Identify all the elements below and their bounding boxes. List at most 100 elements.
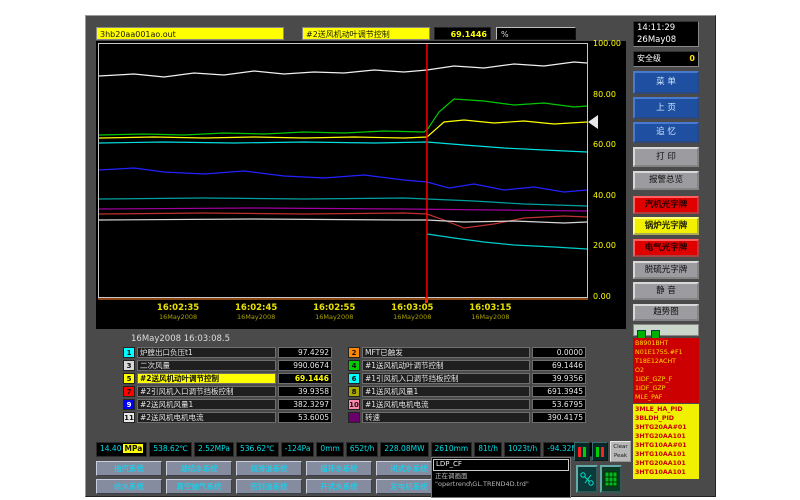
sidebar-button-2[interactable]: 上 页 <box>633 97 699 119</box>
status-field: 2.52MPa <box>194 442 234 457</box>
trend-description-field[interactable]: #2送风机动叶调节控制 <box>302 27 430 40</box>
alarm-tag[interactable]: 1IDF_GZP <box>635 384 697 393</box>
legend-row[interactable]: 5#2送风机动叶调节控制69.1446 <box>123 373 332 384</box>
legend-row[interactable]: 9#2送风机风量1382.3297 <box>123 399 332 410</box>
system-button[interactable]: 密封油系统 <box>236 479 302 494</box>
y-axis-label: 60.00 <box>593 140 625 149</box>
legend-row[interactable]: 10#1送风机电机电流53.6795 <box>348 399 586 410</box>
pen-color-chip[interactable]: 8 <box>348 386 360 397</box>
system-button[interactable]: 给水系统 <box>96 479 162 494</box>
pen-label: MFT已触发 <box>362 347 530 358</box>
trend-cursor-handle[interactable] <box>588 115 598 129</box>
trend-tag-field[interactable]: 3hb20aa001ao.out <box>96 27 284 40</box>
clock-date: 26May08 <box>637 34 698 46</box>
x-axis-time-label: 16:02:45 <box>221 303 291 313</box>
pen-color-chip[interactable]: 7 <box>123 386 135 397</box>
system-button[interactable]: 抽汽系统 <box>96 461 162 476</box>
x-axis-date-label: 16May2008 <box>455 313 525 321</box>
clear-peak-label-1: Clear <box>611 443 630 452</box>
pen-label: 炉膛出口负压t1 <box>137 347 276 358</box>
clear-peak-label-2: Peak <box>611 452 630 461</box>
alarm-tag[interactable]: N01E175S.#F1 <box>635 348 697 357</box>
pen-value: 69.1446 <box>532 360 586 371</box>
clear-peak-button[interactable]: Clear Peak <box>610 441 631 462</box>
pen-label: 转速 <box>362 412 530 423</box>
alarm-tag[interactable]: 1IDF_GZP_F <box>635 375 697 384</box>
alarm-tag[interactable]: 3HTG10AA101 <box>635 450 697 459</box>
x-axis-time-label: 16:03:15 <box>455 303 525 313</box>
x-axis-date-label: 16May2008 <box>221 313 291 321</box>
sidebar-button-11[interactable]: 趋势图 <box>633 304 699 321</box>
system-button[interactable]: 润滑油系统 <box>236 461 302 476</box>
pen-color-chip[interactable]: 3 <box>123 360 135 371</box>
alarm-tag[interactable]: 3MLE_HA_PID <box>635 405 697 414</box>
alarm-tag[interactable]: 3HTG20AA101 <box>635 459 697 468</box>
alarm-tag[interactable]: 3HTG10AA101 <box>635 468 697 477</box>
system-button[interactable]: 真空抽气系统 <box>166 479 232 494</box>
clock-time: 14:11:29 <box>637 22 698 34</box>
alarm-tag[interactable]: MLE_PAF <box>635 393 697 402</box>
grid-view-button[interactable] <box>600 465 622 493</box>
trend-line-idf1-damper-control <box>99 198 587 206</box>
pen-label: #1送风机电机电流 <box>362 399 530 410</box>
alarm-indicator-1[interactable] <box>574 442 590 461</box>
trend-line-fan1-motor-current <box>427 234 587 249</box>
pen-color-chip[interactable]: 5 <box>123 373 135 384</box>
trend-line-fan1-blade-control <box>99 99 587 135</box>
legend-row[interactable]: 2MFT已触发0.0000 <box>348 347 586 358</box>
sidebar-button-10[interactable]: 静 音 <box>633 282 699 300</box>
x-axis-date-label: 16May2008 <box>377 313 447 321</box>
y-axis-label: 20.00 <box>593 241 625 250</box>
alarm-tag[interactable]: B8901BHT <box>635 339 697 348</box>
pen-legend: 1炉膛出口负压t197.4292 3二次风量990.0674 5#2送风机动叶调节控… <box>86 345 630 441</box>
pen-color-chip[interactable]: 4 <box>348 360 360 371</box>
sidebar: 14:11:29 26May08 安全级 0 菜 单上 页追 忆打 印报警总览汽… <box>630 16 717 498</box>
pen-color-chip[interactable]: 6 <box>348 373 360 384</box>
system-button[interactable]: 循环水系统 <box>306 461 372 476</box>
alarm-tag[interactable]: 3HTG20AA101 <box>635 432 697 441</box>
sidebar-button-9[interactable]: 脱硫光字牌 <box>633 261 699 279</box>
pen-color-chip[interactable]: 11 <box>123 412 135 423</box>
status-field: 1023t/h <box>504 442 541 457</box>
sidebar-button-6[interactable]: 汽机光字牌 <box>633 196 699 214</box>
sidebar-button-8[interactable]: 电气光字牌 <box>633 239 699 257</box>
alarm-tag[interactable]: 3HTG10AA#01 <box>635 441 697 450</box>
pen-label: #2送风机风量1 <box>137 399 276 410</box>
x-axis-date-label: 16May2008 <box>299 313 369 321</box>
legend-row[interactable]: 转速390.4175 <box>348 412 586 423</box>
legend-row[interactable]: 6#1引风机入口调节挡板控制39.9356 <box>348 373 586 384</box>
alarm-indicator-2[interactable] <box>592 442 608 461</box>
sidebar-button-7[interactable]: 锅炉光字牌 <box>633 217 699 235</box>
x-axis-tick: 16:03:0516May2008 <box>377 303 447 321</box>
status-field: 81t/h <box>474 442 502 457</box>
message-panel: LDP_CF 正在调画面 "opertrend\GL.TREND4D.trd" <box>431 457 571 498</box>
pen-value: 69.1446 <box>278 373 332 384</box>
alarm-tag[interactable]: 3BLDH_PID <box>635 414 697 423</box>
green-bar-icon <box>583 447 586 457</box>
plot-area[interactable] <box>98 43 588 298</box>
pen-color-chip[interactable]: 2 <box>348 347 360 358</box>
pen-color-chip[interactable] <box>348 412 360 423</box>
pen-color-chip[interactable]: 1 <box>123 347 135 358</box>
sidebar-button-5[interactable]: 报警总览 <box>633 171 699 190</box>
sidebar-button-1[interactable]: 菜 单 <box>633 71 699 94</box>
pen-color-chip[interactable]: 9 <box>123 399 135 410</box>
system-button[interactable]: 开式水系统 <box>306 479 372 494</box>
legend-row[interactable]: 7#2引风机入口调节挡板控制39.9358 <box>123 386 332 397</box>
legend-row[interactable]: 4#1送风机动叶调节控制69.1446 <box>348 360 586 371</box>
logic-diagram-button[interactable] <box>576 465 598 493</box>
sidebar-button-4[interactable]: 打 印 <box>633 147 699 167</box>
y-axis-label: 0.00 <box>593 292 625 301</box>
pen-color-chip[interactable]: 10 <box>348 399 360 410</box>
alarm-tag[interactable]: O2 <box>635 366 697 375</box>
y-axis-label: 40.00 <box>593 191 625 200</box>
alarm-tag[interactable]: T18E12ACHT <box>635 357 697 366</box>
legend-row[interactable]: 11#2送风机电机电流53.6005 <box>123 412 332 423</box>
system-button[interactable]: 凝结水系统 <box>166 461 232 476</box>
legend-row[interactable]: 8#1送风机风量1691.3945 <box>348 386 586 397</box>
legend-row[interactable]: 1炉膛出口负压t197.4292 <box>123 347 332 358</box>
alarm-tag[interactable]: 3HTG20AA#01 <box>635 423 697 432</box>
legend-row[interactable]: 3二次风量990.0674 <box>123 360 332 371</box>
pen-label: #2引风机入口调节挡板控制 <box>137 386 276 397</box>
sidebar-button-3[interactable]: 追 忆 <box>633 122 699 143</box>
